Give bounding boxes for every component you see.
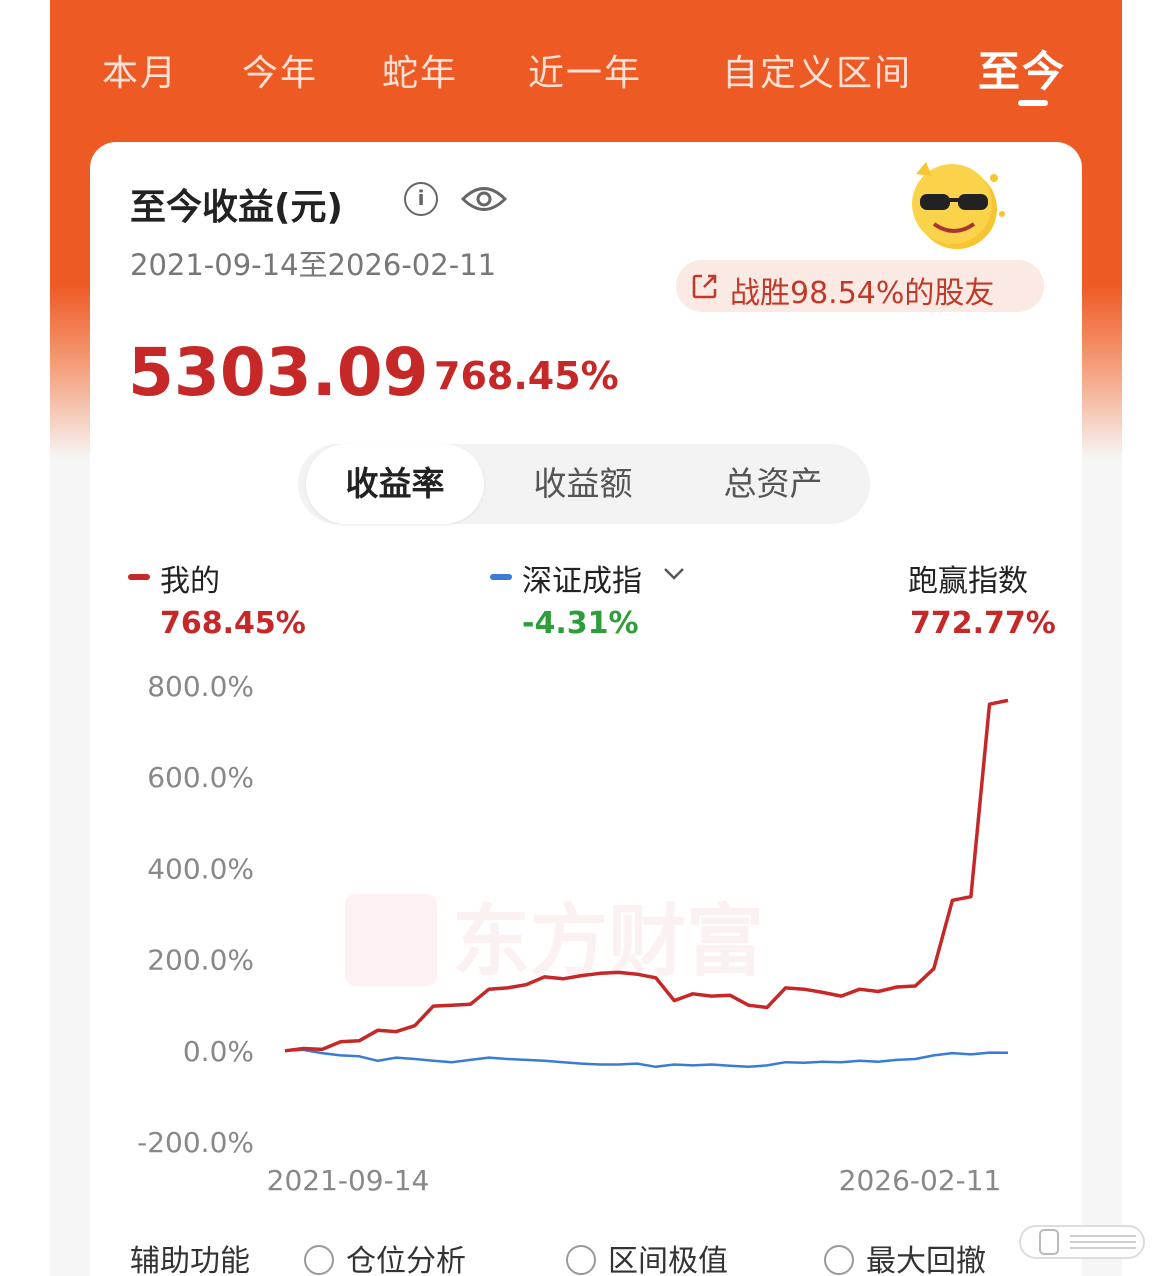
series-line-index (284, 1048, 1009, 1069)
beat-peers-badge[interactable]: 战胜98.54%的股友 (676, 260, 1044, 312)
radio-icon[interactable] (824, 1245, 854, 1275)
y-tick-label: 0.0% (183, 1035, 254, 1068)
sunglasses-mascot-icon (912, 162, 1005, 249)
legend-name-index: 深证成指 (522, 564, 642, 599)
tab-total-assets[interactable]: 总资产 (684, 444, 862, 524)
info-icon[interactable]: i (404, 182, 438, 216)
legend-value-mine: 768.45% (160, 606, 306, 641)
legend-value-outperform: 772.77% (910, 606, 1056, 641)
option-max-drawdown[interactable]: 最大回撤 (824, 1236, 986, 1276)
tab-this-month[interactable]: 本月 (102, 44, 178, 96)
legend-name-mine: 我的 (160, 564, 220, 599)
legend-name-outperform: 跑赢指数 (908, 564, 1028, 599)
option-label: 仓位分析 (346, 1244, 466, 1276)
tab-snake-year[interactable]: 蛇年 (382, 44, 458, 96)
tab-custom-range[interactable]: 自定义区间 (722, 44, 912, 96)
chevron-down-icon[interactable] (662, 566, 686, 582)
x-label-start: 2021-09-14 (267, 1164, 430, 1197)
legend-mine: 我的 768.45% (128, 556, 328, 646)
series-line-mine (284, 698, 1009, 1053)
legend-value-index: -4.31% (522, 606, 639, 641)
legend-outperform: 跑赢指数 772.77% (908, 556, 1058, 646)
profit-percent: 768.45% (434, 354, 619, 398)
toggle-switch[interactable] (1018, 1222, 1148, 1262)
metric-switch: 收益率 收益额 总资产 (298, 444, 870, 524)
y-tick-label: 600.0% (147, 761, 254, 794)
y-tick-label: 200.0% (147, 944, 254, 977)
legend-swatch-index (490, 574, 512, 580)
page-title: 至今收益(元) (130, 187, 343, 228)
share-icon (692, 274, 717, 299)
tab-return-rate[interactable]: 收益率 (306, 444, 484, 524)
profit-amount: 5303.09 (128, 334, 429, 411)
auxiliary-functions: 辅助功能 仓位分析 区间极值 最大回撤 (130, 1236, 1050, 1276)
beat-peers-text: 战胜98.54%的股友 (730, 276, 995, 311)
y-tick-label: -200.0% (137, 1126, 254, 1159)
profit-card: 至今收益(元) i 2021-09-14至2026-02-11 战胜98.54%… (90, 142, 1082, 1276)
y-tick-label: 400.0% (147, 852, 254, 885)
x-label-end: 2026-02-11 (839, 1164, 1002, 1197)
legend-index[interactable]: 深证成指 -4.31% (490, 556, 730, 646)
tab-return-amount[interactable]: 收益额 (494, 444, 672, 524)
tab-to-date[interactable]: 至今 (978, 38, 1066, 99)
option-label: 区间极值 (608, 1244, 728, 1276)
option-label: 最大回撤 (866, 1244, 986, 1276)
option-range-extremes[interactable]: 区间极值 (566, 1236, 728, 1276)
watermark: 东方财富 (345, 894, 764, 987)
tab-past-year[interactable]: 近一年 (528, 44, 642, 96)
tab-this-year[interactable]: 今年 (242, 44, 318, 96)
option-position-analysis[interactable]: 仓位分析 (304, 1236, 466, 1276)
period-tabs: 本月 今年 蛇年 近一年 自定义区间 至今 (50, 30, 1122, 110)
eye-icon[interactable] (460, 182, 508, 216)
radio-icon[interactable] (304, 1245, 334, 1275)
radio-icon[interactable] (566, 1245, 596, 1275)
auxiliary-label: 辅助功能 (130, 1244, 250, 1276)
y-tick-label: 800.0% (147, 670, 254, 703)
date-range: 2021-09-14至2026-02-11 (130, 248, 497, 282)
active-tab-indicator (1018, 100, 1048, 106)
return-chart: 东方财富 800.0% 600.0% 400.0% 200.0% 0.0% -200.0%… (137, 670, 1009, 1197)
legend-swatch-mine (128, 574, 150, 580)
